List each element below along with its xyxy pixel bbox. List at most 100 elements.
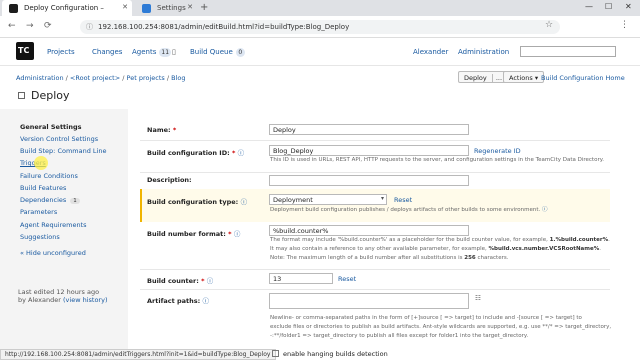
description-label: Description: [147,176,192,184]
page-title: Deploy [18,89,70,102]
hanging-detection-row[interactable]: enable hanging builds detection [272,350,388,358]
divider [140,140,610,141]
regenerate-id-link[interactable]: Regenerate ID [474,147,521,155]
url-text: 192.168.100.254:8081/admin/editBuild.htm… [98,23,350,31]
build-number-format-field[interactable]: %build.counter% [269,225,469,236]
help-icon[interactable]: ⓘ [542,207,548,213]
settings-sidebar [0,109,128,349]
type-hint: Deployment build configuration publishes… [270,207,548,213]
description-field[interactable] [269,175,469,186]
name-field[interactable]: Deploy [269,124,469,135]
chevron-down-icon: ▾ [534,74,539,82]
forward-icon[interactable]: → [26,21,34,31]
reload-icon[interactable]: ⟳ [44,21,52,31]
nav-agents[interactable]: Agents 11 [132,48,172,57]
minimize-icon[interactable]: — [585,2,593,11]
nav-administration[interactable]: Administration [458,48,509,56]
queue-icon: ▯ [172,48,176,56]
build-configuration-home-link[interactable]: Build Configuration Home [541,74,625,82]
counter-reset-link[interactable]: Reset [338,275,356,283]
new-tab-button[interactable]: + [200,2,208,13]
breadcrumb-administration[interactable]: Administration [16,74,64,82]
tab-title: Deploy Configuration – [24,4,104,12]
help-icon[interactable]: ⓘ [207,277,214,285]
description-row: Description: [140,173,610,189]
divider [140,289,610,290]
tab-title: Settings [157,4,186,12]
browser-menu-icon[interactable]: ⋮ [620,20,629,30]
name-row: Name: * Deploy [140,122,610,142]
queue-count-badge: 0 [235,48,245,57]
chevron-down-icon: ▾ [380,195,384,202]
build-counter-row: Build counter: * ⓘ 13 Reset [140,271,610,287]
sidebar-item-general-settings[interactable]: General Settings [20,123,82,131]
type-reset-link[interactable]: Reset [394,196,412,204]
id-label: Build configuration ID: * ⓘ [147,149,245,157]
url-field[interactable]: ⓘ 192.168.100.254:8081/admin/editBuild.h… [80,20,560,34]
sidebar-item-parameters[interactable]: Parameters [20,208,57,216]
build-number-row: Build number format: * ⓘ %build.counter%… [140,224,610,268]
back-icon[interactable]: ← [8,21,16,31]
divider [140,269,610,270]
artifact-hint-2: exclude files or directories to publish … [270,324,612,330]
nav-build-queue[interactable]: Build Queue 0 [190,48,245,57]
build-number-label: Build number format: * ⓘ [147,230,241,238]
user-menu[interactable]: Alexander [413,48,448,56]
teamcity-logo[interactable]: TC [16,42,34,60]
build-number-hint-2: It may also contain a reference to any o… [270,246,601,252]
browser-tab-bar: Deploy Configuration – ✕ Settings ✕ + — … [0,0,640,16]
artifact-paths-field[interactable] [269,293,469,309]
build-number-hint-3: Note: The maximum length of a build numb… [270,255,509,261]
sidebar-item-version-control[interactable]: Version Control Settings [20,135,98,143]
sidebar-item-agent-requirements[interactable]: Agent Requirements [20,221,87,229]
build-type-select[interactable]: Deployment ▾ [269,194,387,205]
view-history-link[interactable]: (view history) [63,296,107,304]
breadcrumb: Administration / <Root project> / Pet pr… [16,74,186,82]
type-row: Build configuration type: ⓘ Deployment ▾ … [140,189,610,222]
close-icon[interactable]: ✕ [187,3,193,11]
address-bar-row: ← → ⟳ ⓘ 192.168.100.254:8081/admin/editB… [0,16,640,38]
hide-unconfigured-link[interactable]: « Hide unconfigured [20,249,86,257]
window-close-icon[interactable]: ✕ [625,2,632,11]
breadcrumb-blog[interactable]: Blog [171,74,185,82]
sidebar-item-failure-conditions[interactable]: Failure Conditions [20,172,78,180]
name-label: Name: * [147,126,177,134]
browser-tab-active[interactable]: Deploy Configuration – ✕ [2,0,132,16]
sidebar-item-dependencies[interactable]: Dependencies 1 [20,196,80,204]
artifact-paths-row: Artifact paths: ⓘ ☷ Newline- or comma-se… [140,291,612,349]
browser-tab-settings[interactable]: Settings ✕ [135,0,197,16]
status-bar-url: http://192.168.100.254:8081/admin/editTr… [0,349,276,360]
last-edited-by: by Alexander (view history) [18,296,108,304]
bookmark-star-icon[interactable]: ☆ [545,20,553,30]
sidebar-item-build-step[interactable]: Build Step: Command Line [20,147,106,155]
artifact-tree-icon[interactable]: ☷ [475,294,481,302]
teamcity-header: TC Projects Changes Agents 11 ▯ Build Que… [0,38,640,66]
info-icon[interactable]: ⓘ [86,22,93,32]
build-config-icon [18,92,25,99]
teamcity-favicon-icon [9,4,18,13]
help-icon[interactable]: ⓘ [241,198,248,206]
build-config-id-field[interactable]: Blog_Deploy [269,145,469,156]
breadcrumb-root-project[interactable]: <Root project> [70,74,120,82]
build-counter-label: Build counter: * ⓘ [147,277,214,285]
maximize-icon[interactable]: ☐ [605,2,612,11]
hanging-detection-checkbox[interactable] [272,350,279,357]
type-label: Build configuration type: ⓘ [147,198,248,206]
agents-count-badge: 11 [159,48,172,57]
last-edited-text: Last edited 12 hours ago [18,288,100,296]
search-input[interactable] [520,46,616,57]
help-icon[interactable]: ⓘ [238,149,245,157]
build-counter-field[interactable]: 13 [269,273,333,284]
sidebar-item-build-features[interactable]: Build Features [20,184,66,192]
nav-projects[interactable]: Projects [47,48,75,56]
actions-button[interactable]: Actions ▾ [503,71,545,83]
close-icon[interactable]: ✕ [122,3,128,11]
sidebar-item-suggestions[interactable]: Suggestions [20,233,60,241]
artifact-paths-label: Artifact paths: ⓘ [147,297,210,305]
help-icon[interactable]: ⓘ [203,297,210,305]
nav-changes[interactable]: Changes [92,48,122,56]
breadcrumb-pet-projects[interactable]: Pet projects [127,74,165,82]
help-icon[interactable]: ⓘ [234,230,241,238]
deploy-button[interactable]: Deploy ... [458,71,509,83]
mouse-cursor-highlight [34,156,48,170]
